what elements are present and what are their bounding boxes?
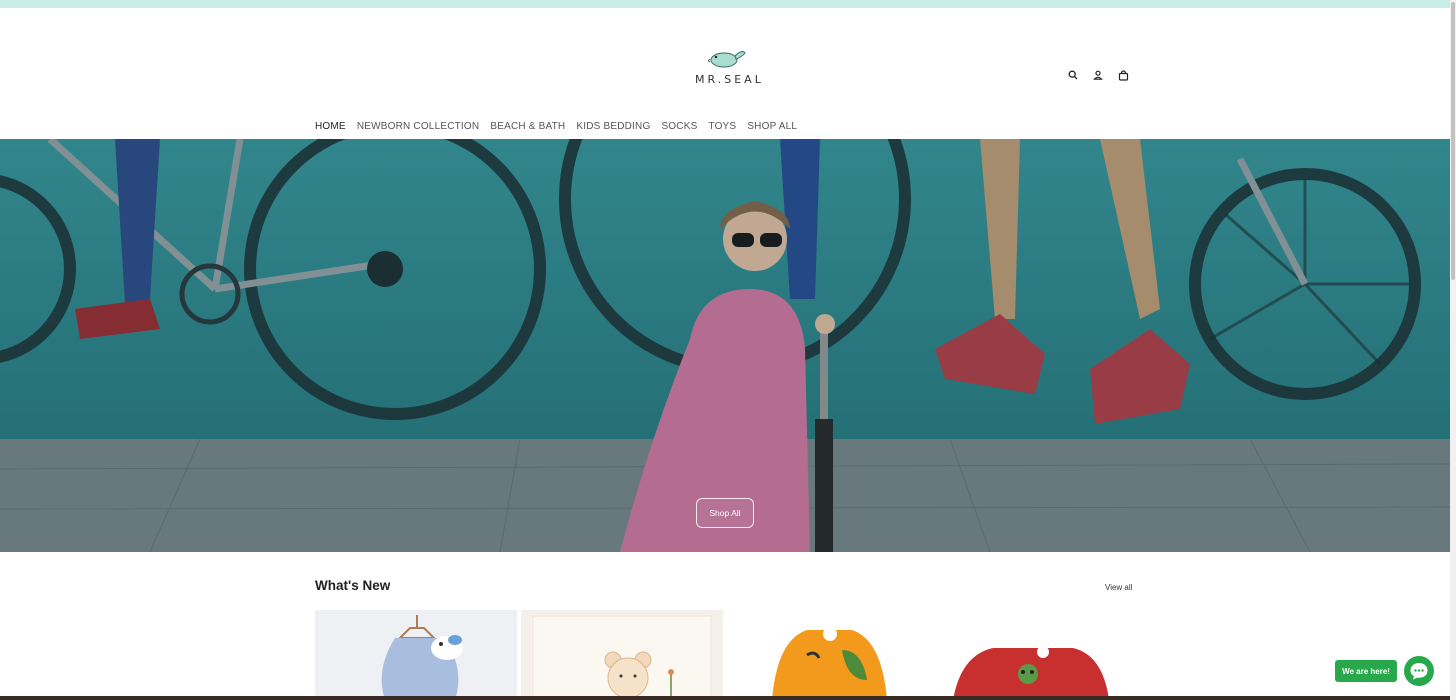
seal-logo-icon: [708, 51, 746, 68]
hero-image: [0, 139, 1450, 552]
chat-label[interactable]: We are here!: [1335, 660, 1397, 682]
product-card[interactable]: [933, 610, 1135, 700]
nav-item-socks[interactable]: SOCKS: [661, 121, 697, 132]
shop-all-button[interactable]: Shop All: [696, 498, 754, 528]
announcement-bar: [0, 0, 1456, 8]
product-card[interactable]: [727, 610, 929, 700]
product-image: [521, 610, 723, 700]
chat-bubble-icon: [1410, 663, 1428, 680]
search-icon[interactable]: [1066, 68, 1080, 82]
nav-item-newborn-collection[interactable]: NEWBORN COLLECTION: [357, 121, 480, 132]
account-icon[interactable]: [1091, 68, 1105, 82]
nav-item-home[interactable]: HOME: [315, 121, 346, 132]
cart-icon[interactable]: [1116, 68, 1130, 82]
header-icons: [1066, 68, 1130, 82]
view-all-link[interactable]: View all: [1105, 583, 1132, 592]
chat-button[interactable]: [1404, 656, 1434, 686]
main-navigation: HOME NEWBORN COLLECTION BEACH & BATH KID…: [315, 121, 797, 132]
nav-item-shop-all[interactable]: SHOP ALL: [747, 121, 797, 132]
nav-item-beach-bath[interactable]: BEACH & BATH: [490, 121, 565, 132]
scrollbar-thumb[interactable]: [1451, 2, 1455, 280]
nav-item-toys[interactable]: TOYS: [708, 121, 736, 132]
whats-new-title: What's New: [315, 578, 391, 593]
product-grid: [315, 610, 1140, 700]
site-header: MR.SEAL: [0, 8, 1450, 139]
product-image: [933, 610, 1135, 700]
product-card[interactable]: [315, 610, 517, 700]
bottom-bar: [0, 696, 1450, 700]
product-image: [727, 610, 929, 700]
brand-logo[interactable]: MR.SEAL: [695, 45, 764, 95]
brand-name: MR.SEAL: [695, 73, 764, 86]
product-image: [315, 610, 517, 700]
hero-banner: [0, 139, 1450, 552]
nav-item-kids-bedding[interactable]: KIDS BEDDING: [576, 121, 650, 132]
product-card[interactable]: [521, 610, 723, 700]
